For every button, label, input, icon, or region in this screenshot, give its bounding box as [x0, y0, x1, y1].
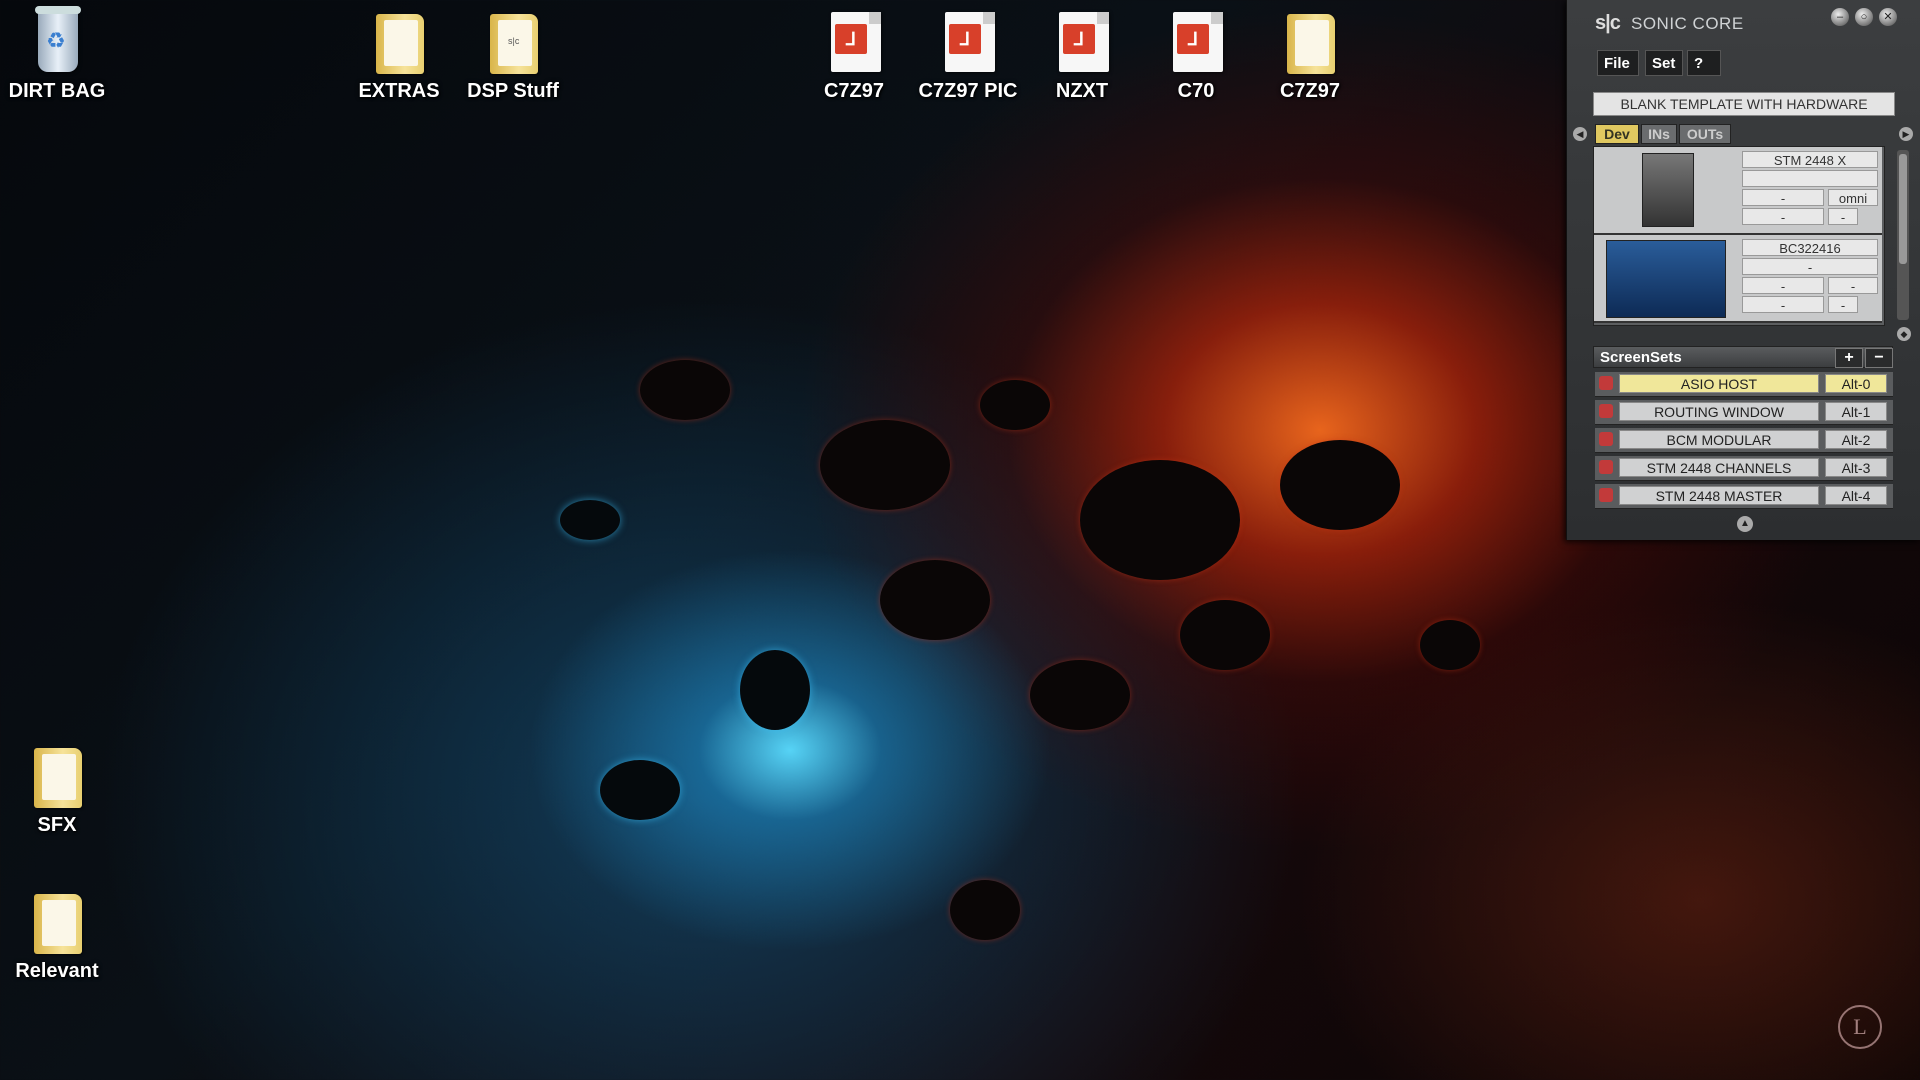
help-menu[interactable]: ? [1687, 50, 1721, 76]
screenset-name: BCM MODULAR [1619, 430, 1819, 449]
desktop-icon-label: C7Z97 [1279, 80, 1341, 102]
screenset-shortcut: Alt-4 [1825, 486, 1887, 505]
remove-screenset-button[interactable]: − [1865, 348, 1893, 368]
device-field: omni [1828, 189, 1878, 206]
desktop-icon-label: NZXT [1055, 80, 1109, 102]
tab-outs[interactable]: OUTs [1679, 124, 1731, 144]
scroll-down-icon[interactable]: ◆ [1897, 327, 1911, 341]
folder-icon: s|c [490, 14, 538, 74]
screenset-name: STM 2448 MASTER [1619, 486, 1819, 505]
desktop-icon-sfx[interactable]: SFX [2, 740, 112, 837]
screenset-row[interactable]: ASIO HOST Alt-0 [1595, 372, 1893, 397]
lock-icon[interactable] [1599, 460, 1613, 474]
desktop-icon-label: C7Z97 PIC [918, 80, 1018, 102]
title-bar[interactable]: s|c SONIC CORE – ○ ✕ [1567, 0, 1920, 44]
tab-dev[interactable]: Dev [1595, 124, 1639, 144]
desktop-icon-c7z97-folder[interactable]: C7Z97 [1255, 6, 1365, 103]
folder-icon [34, 894, 82, 954]
maximize-icon[interactable]: ○ [1855, 8, 1873, 26]
desktop-icon-relevant[interactable]: Relevant [2, 886, 112, 983]
pdf-icon: ⅃ [1173, 12, 1223, 72]
device-field: - [1742, 208, 1824, 225]
device-bc322416[interactable]: BC322416 - - - - - [1594, 235, 1882, 323]
device-stm2448x[interactable]: STM 2448 X - omni - - [1594, 147, 1882, 235]
file-menu[interactable]: File [1597, 50, 1639, 76]
desktop-icon-label: EXTRAS [358, 80, 440, 102]
screenset-shortcut: Alt-1 [1825, 402, 1887, 421]
device-scrollbar[interactable] [1897, 150, 1909, 320]
close-icon[interactable]: ✕ [1879, 8, 1897, 26]
screenset-row[interactable]: STM 2448 MASTER Alt-4 [1595, 484, 1893, 509]
device-field: - [1828, 208, 1858, 225]
pdf-icon: ⅃ [1059, 12, 1109, 72]
screenset-row[interactable]: STM 2448 CHANNELS Alt-3 [1595, 456, 1893, 481]
screenset-shortcut: Alt-2 [1825, 430, 1887, 449]
folder-icon [1287, 14, 1335, 74]
desktop-icon-c7z97-pdf[interactable]: ⅃ C7Z97 [799, 6, 909, 103]
screenset-shortcut: Alt-3 [1825, 458, 1887, 477]
device-thumbnail [1642, 153, 1694, 227]
lock-icon[interactable] [1599, 488, 1613, 502]
recycle-bin-icon [35, 6, 81, 72]
set-menu[interactable]: Set [1645, 50, 1683, 76]
pdf-icon: ⅃ [831, 12, 881, 72]
screenset-name: ROUTING WINDOW [1619, 402, 1819, 421]
desktop-icon-label: DSP Stuff [467, 80, 559, 102]
screenset-name: ASIO HOST [1619, 374, 1819, 393]
nav-right-icon[interactable]: ▶ [1899, 127, 1913, 141]
desktop-icon-label: C7Z97 [823, 80, 885, 102]
device-field: - [1742, 189, 1824, 206]
desktop-icon-dirt-bag[interactable]: DIRT BAG [2, 6, 112, 103]
folder-icon [34, 748, 82, 808]
sonic-core-logo: s|c [1595, 12, 1621, 34]
device-thumbnail [1606, 240, 1726, 318]
nav-left-icon[interactable]: ◀ [1573, 127, 1587, 141]
screenset-name: STM 2448 CHANNELS [1619, 458, 1819, 477]
device-field: - [1828, 277, 1878, 294]
desktop-icon-label: Relevant [15, 960, 99, 982]
device-field: - [1742, 296, 1824, 313]
desktop-icon-extras[interactable]: EXTRAS [344, 6, 454, 103]
lock-icon[interactable] [1599, 432, 1613, 446]
device-field: - [1742, 277, 1824, 294]
window-title: SONIC CORE [1631, 14, 1744, 33]
device-list: STM 2448 X - omni - - BC322416 - - - - - [1593, 146, 1885, 326]
pdf-icon: ⅃ [945, 12, 995, 72]
device-name: STM 2448 X [1742, 151, 1878, 168]
device-field: - [1742, 258, 1878, 275]
desktop-icon-label: SFX [37, 814, 77, 836]
desktop-icon-nzxt[interactable]: ⅃ NZXT [1027, 6, 1137, 103]
collapse-icon[interactable]: ▲ [1737, 516, 1753, 532]
screenset-row[interactable]: BCM MODULAR Alt-2 [1595, 428, 1893, 453]
minimize-icon[interactable]: – [1831, 8, 1849, 26]
watermark-logo: L [1838, 1005, 1882, 1049]
desktop-icon-label: DIRT BAG [8, 80, 106, 102]
tab-ins[interactable]: INs [1641, 124, 1677, 144]
device-field: - [1828, 296, 1858, 313]
folder-icon [376, 14, 424, 74]
desktop-icon-c7z97-pic[interactable]: ⅃ C7Z97 PIC [913, 6, 1023, 103]
lock-icon[interactable] [1599, 376, 1613, 390]
preset-name[interactable]: BLANK TEMPLATE WITH HARDWARE [1593, 92, 1895, 116]
add-screenset-button[interactable]: + [1835, 348, 1863, 368]
lock-icon[interactable] [1599, 404, 1613, 418]
device-field [1742, 170, 1878, 187]
screenset-shortcut: Alt-0 [1825, 374, 1887, 393]
desktop-icon-c70[interactable]: ⅃ C70 [1141, 6, 1251, 103]
desktop-icon-label: C70 [1177, 80, 1215, 102]
device-name: BC322416 [1742, 239, 1878, 256]
screenset-row[interactable]: ROUTING WINDOW Alt-1 [1595, 400, 1893, 425]
sonic-core-window[interactable]: s|c SONIC CORE – ○ ✕ File Set ? BLANK TE… [1566, 0, 1920, 540]
desktop-icon-dsp-stuff[interactable]: s|c DSP Stuff [458, 6, 568, 103]
